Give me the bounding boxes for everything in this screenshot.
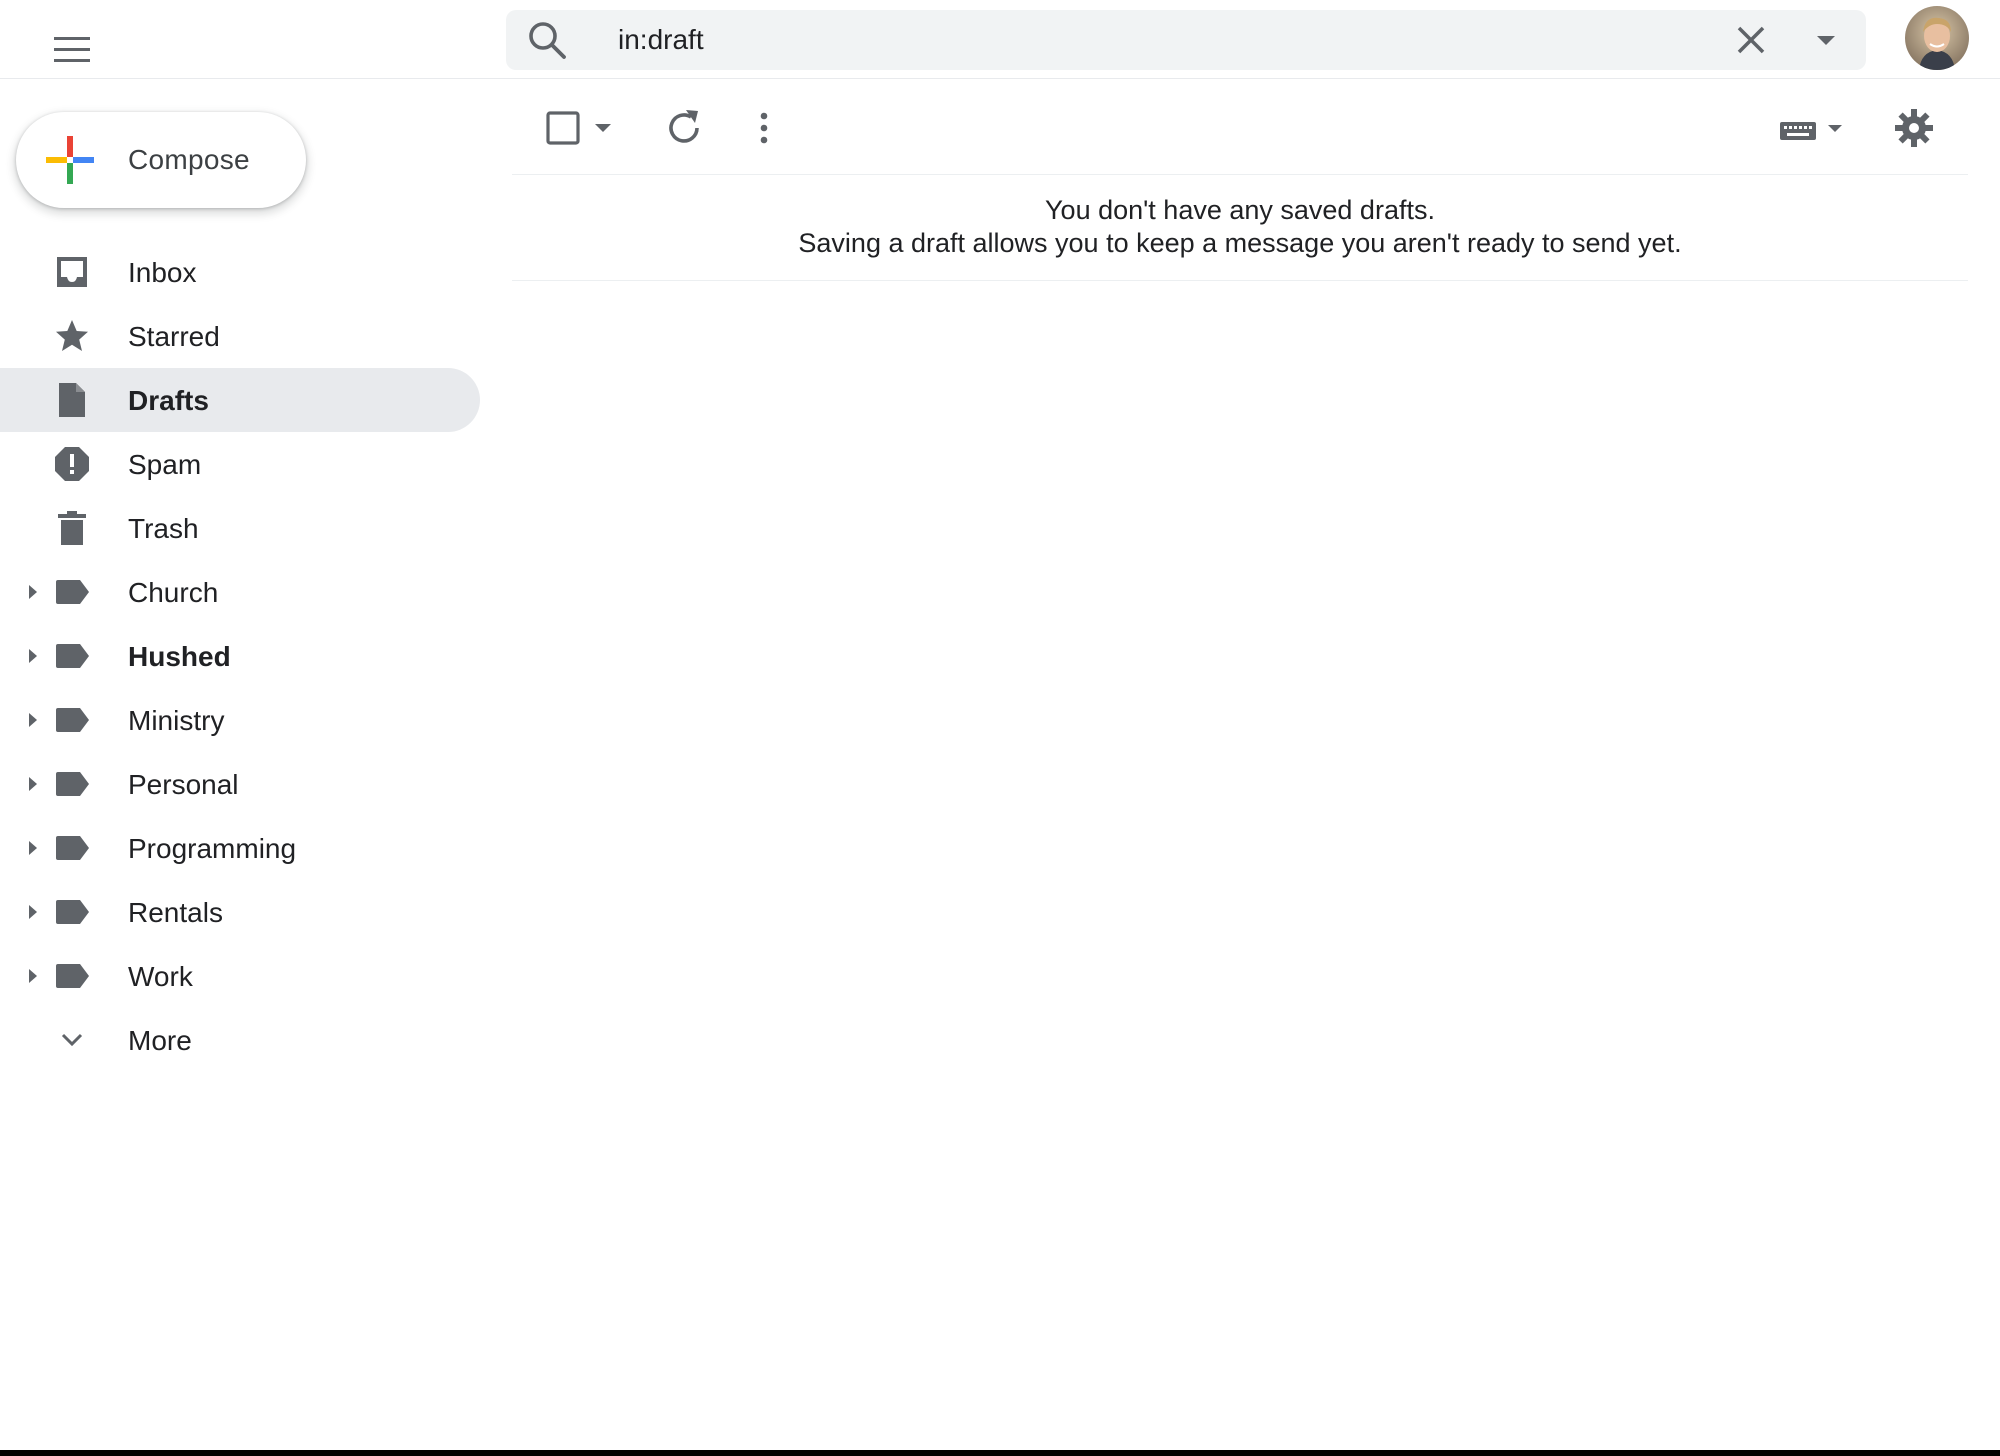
sidebar-item-label: Hushed (128, 641, 231, 672)
toolbar-divider (512, 174, 1968, 175)
search-icon[interactable] (526, 19, 568, 61)
label-icon (56, 836, 89, 860)
sidebar-item-work[interactable]: Work (0, 944, 480, 1008)
caret-right-icon[interactable] (26, 582, 40, 602)
account-avatar[interactable] (1905, 6, 1969, 70)
caret-right-icon[interactable] (26, 902, 40, 922)
star-icon (56, 320, 88, 351)
main-menu-button[interactable] (36, 14, 108, 86)
compose-button[interactable]: Compose (16, 112, 306, 208)
sidebar-item-label: Rentals (128, 897, 223, 928)
chevron-down-icon (61, 1033, 83, 1047)
sidebar-item-label: Programming (128, 833, 297, 864)
empty-drafts-message: You don't have any saved drafts. Saving … (512, 194, 1968, 260)
checkbox-icon (546, 111, 580, 145)
caret-right-icon[interactable] (26, 646, 40, 666)
clear-search-icon[interactable] (1731, 20, 1771, 60)
sidebar-item-label: Starred (128, 321, 220, 352)
sidebar-item-more[interactable]: More (0, 1008, 480, 1072)
label-icon (56, 580, 89, 604)
sidebar-item-programming[interactable]: Programming (0, 816, 480, 880)
caret-right-icon[interactable] (26, 966, 40, 986)
select-dropdown[interactable] (590, 116, 616, 140)
more-actions-button[interactable] (748, 108, 780, 148)
search-options-dropdown-icon[interactable] (1806, 20, 1846, 60)
spam-icon (55, 447, 89, 481)
sidebar-item-ministry[interactable]: Ministry (0, 688, 480, 752)
gear-icon (1895, 109, 1933, 147)
settings-button[interactable] (1892, 106, 1936, 150)
compose-label: Compose (128, 144, 250, 175)
caret-right-icon[interactable] (26, 710, 40, 730)
sidebar-item-trash[interactable]: Trash (0, 496, 480, 560)
caret-right-icon[interactable] (26, 774, 40, 794)
refresh-icon (669, 110, 699, 143)
label-icon (56, 708, 89, 732)
select-all-checkbox[interactable] (542, 108, 586, 148)
sidebar-item-label: Trash (128, 513, 199, 544)
sidebar-item-label: Personal (128, 769, 239, 800)
sidebar-item-rentals[interactable]: Rentals (0, 880, 480, 944)
sidebar-item-personal[interactable]: Personal (0, 752, 480, 816)
window-bottom-edge (0, 1450, 2000, 1456)
sidebar-item-hushed[interactable]: Hushed (0, 624, 480, 688)
sidebar-item-spam[interactable]: Spam (0, 432, 480, 496)
empty-title: You don't have any saved drafts. (1045, 195, 1435, 225)
sidebar-item-label: Work (128, 961, 193, 992)
search-bar (506, 10, 1866, 70)
sidebar-item-label: Ministry (128, 705, 225, 736)
compose-plus-icon (46, 136, 94, 184)
sidebar-item-drafts[interactable]: Drafts (0, 368, 480, 432)
hamburger-icon (54, 37, 90, 62)
label-icon (56, 772, 89, 796)
sidebar-item-church[interactable]: Church (0, 560, 480, 624)
trash-icon (58, 511, 86, 545)
sidebar-item-label: Inbox (128, 257, 197, 288)
sidebar-item-inbox[interactable]: Inbox (0, 240, 480, 304)
keyboard-icon (1780, 122, 1842, 140)
label-icon (56, 900, 89, 924)
label-icon (56, 964, 89, 988)
input-tools-button[interactable] (1776, 112, 1846, 148)
draft-icon (59, 383, 85, 417)
message-divider (512, 280, 1968, 281)
sidebar-item-label: Church (128, 577, 219, 608)
caret-right-icon[interactable] (26, 838, 40, 858)
header-divider (0, 78, 2000, 79)
search-input[interactable] (618, 22, 1618, 58)
sidebar-item-label: Spam (128, 449, 202, 480)
caret-down-icon (595, 124, 611, 132)
sidebar-item-label: Drafts (128, 385, 209, 416)
sidebar-item-label: More (128, 1025, 192, 1056)
refresh-button[interactable] (664, 106, 704, 150)
inbox-icon (57, 257, 87, 287)
label-icon (56, 644, 89, 668)
more-vert-icon (760, 112, 768, 144)
empty-body: Saving a draft allows you to keep a mess… (798, 228, 1682, 258)
sidebar-item-starred[interactable]: Starred (0, 304, 480, 368)
